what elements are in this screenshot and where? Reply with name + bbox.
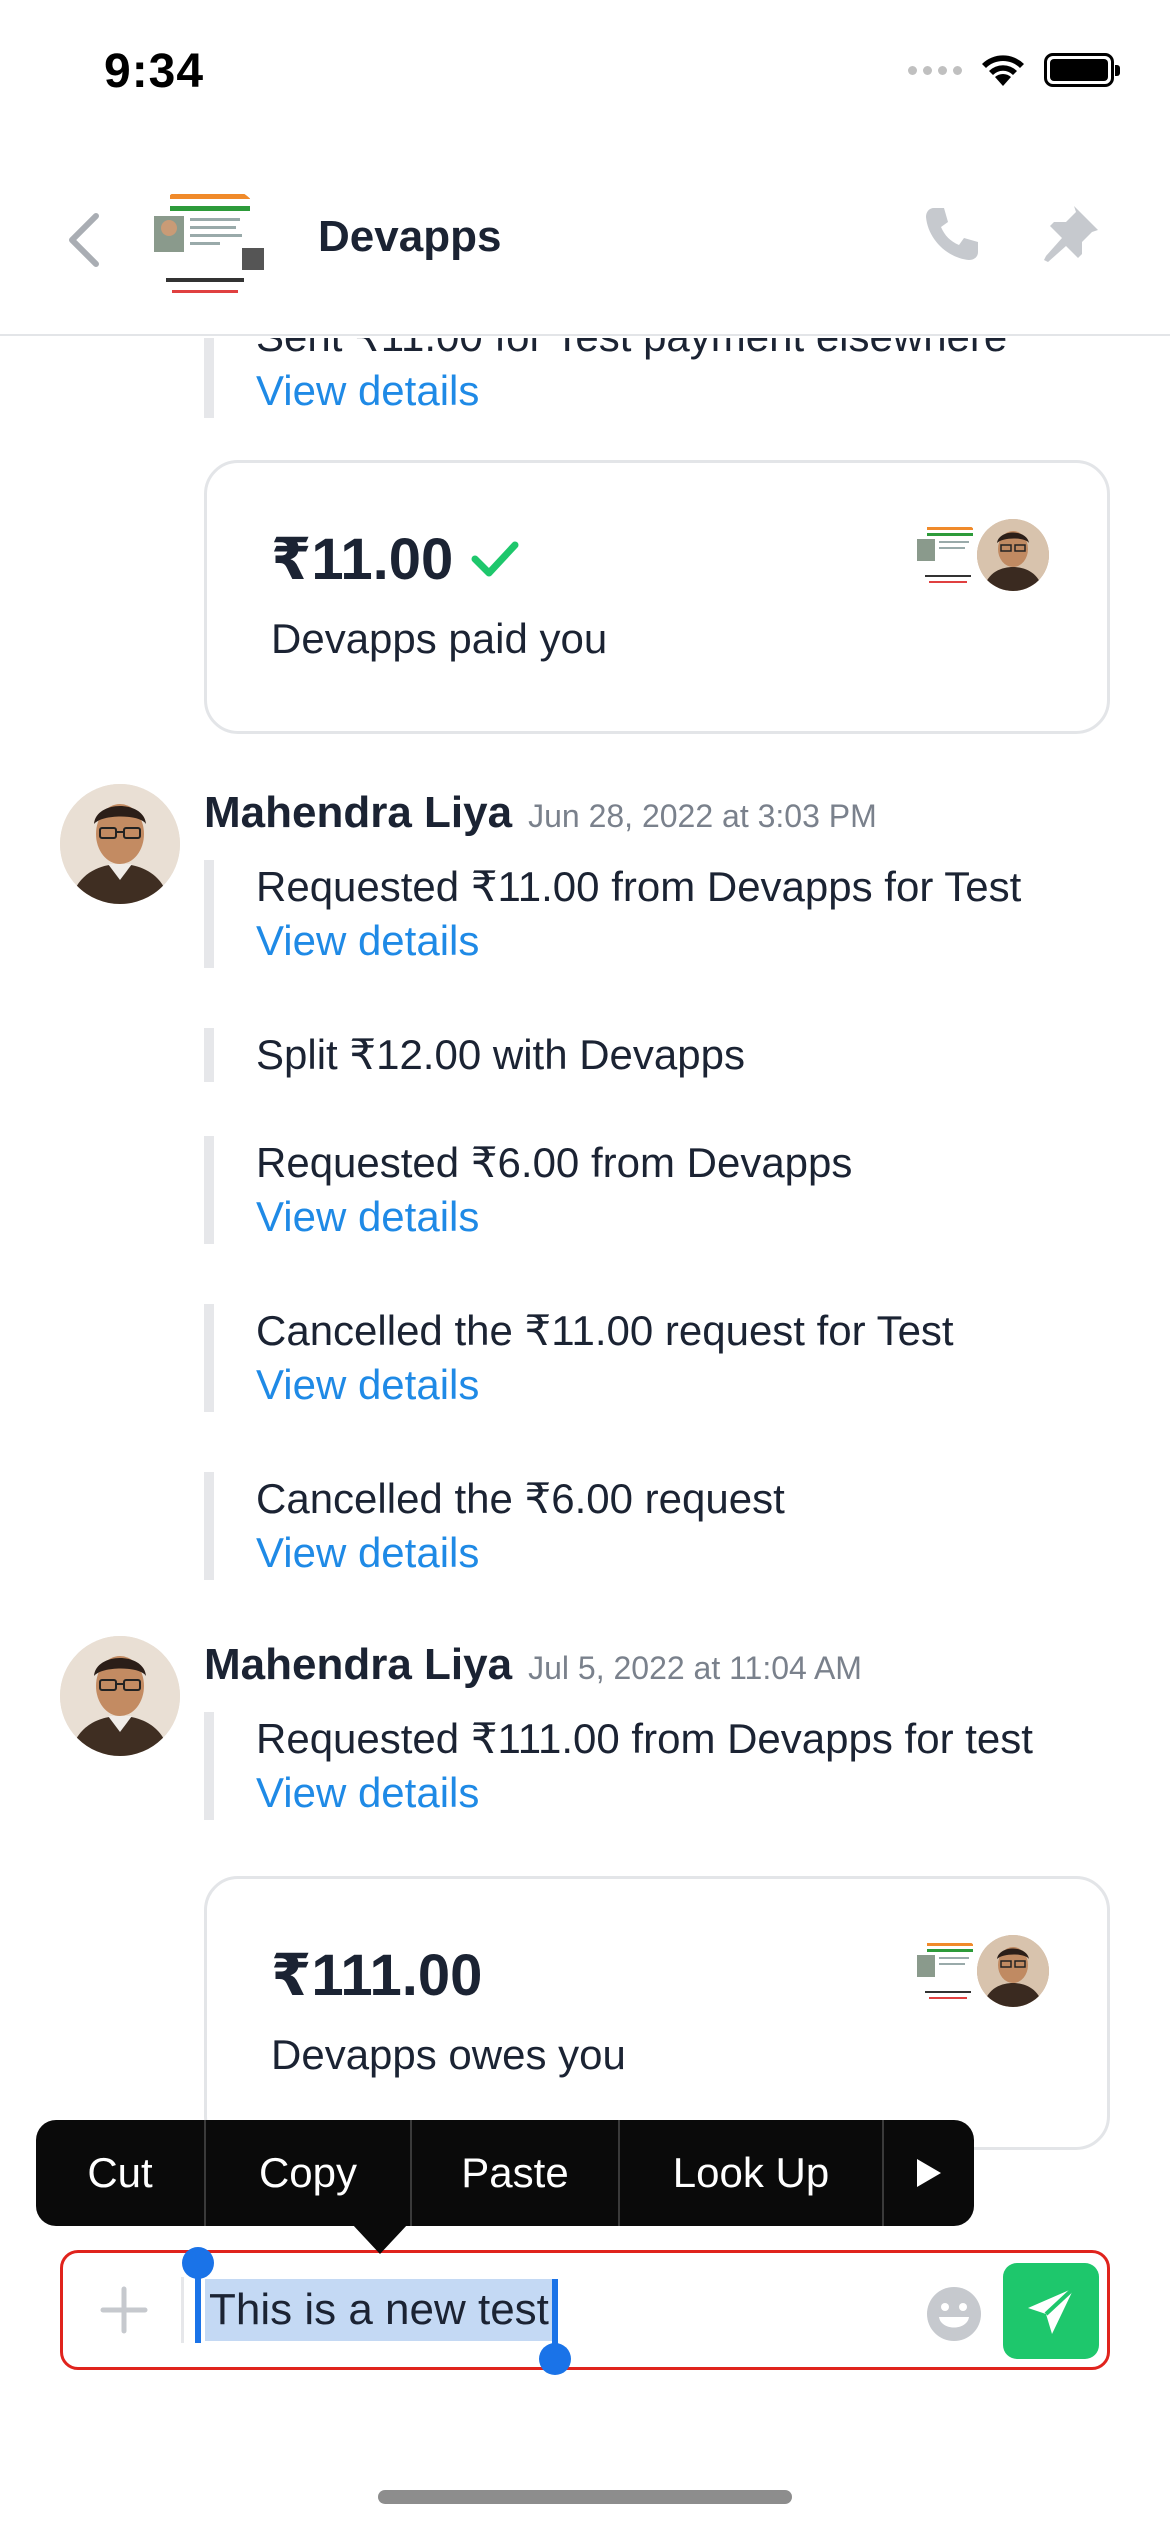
message-text: Split ₹12.00 with Devapps xyxy=(256,1031,745,1078)
payment-amount: ₹111.00 xyxy=(271,1941,482,2009)
message-item: Sent ₹11.00 for Test payment elsewhere V… xyxy=(204,338,1007,418)
status-icons xyxy=(908,52,1120,88)
message-timestamp: Jun 28, 2022 at 3:03 PM xyxy=(528,798,877,834)
pin-button[interactable] xyxy=(1038,202,1102,266)
signal-icon xyxy=(908,65,962,75)
sender-name: Mahendra Liya xyxy=(204,1640,513,1689)
send-icon xyxy=(1028,2286,1076,2334)
message-item: Requested ₹111.00 from Devapps for test … xyxy=(204,1712,1033,1820)
context-menu-pointer xyxy=(352,2224,408,2254)
sender-name: Mahendra Liya xyxy=(204,788,513,837)
wifi-icon xyxy=(982,55,1024,86)
payment-participants xyxy=(913,1935,1049,2007)
payment-amount-value: ₹111.00 xyxy=(271,1943,483,2008)
message-item: Requested ₹11.00 from Devapps for Test V… xyxy=(204,860,1021,968)
contact-avatar-small xyxy=(913,1935,985,2007)
sender-row: Mahendra Liya Jul 5, 2022 at 11:04 AM xyxy=(204,1640,862,1690)
contact-avatar-image xyxy=(146,182,270,306)
view-details-link[interactable]: View details xyxy=(256,1766,1033,1820)
selection-end-handle[interactable] xyxy=(539,2279,571,2375)
payment-subtitle: Devapps paid you xyxy=(271,615,608,662)
view-details-link[interactable]: View details xyxy=(256,364,1007,418)
payment-card[interactable]: ₹111.00 Devapps owes you xyxy=(204,1876,1110,2150)
play-arrow-icon xyxy=(917,2159,941,2187)
message-input[interactable]: This is a new test xyxy=(205,2279,553,2341)
home-indicator xyxy=(378,2490,792,2504)
paste-menu-item[interactable]: Paste xyxy=(412,2120,620,2226)
contact-avatar[interactable] xyxy=(146,182,270,306)
payment-amount: ₹11.00 xyxy=(271,525,519,593)
payment-amount-value: ₹11.00 xyxy=(271,527,454,592)
emoji-icon xyxy=(927,2287,981,2341)
user-avatar-small xyxy=(977,519,1049,591)
add-attachment-button[interactable] xyxy=(91,2277,157,2343)
message-text: Requested ₹11.00 from Devapps for Test xyxy=(256,863,1022,910)
chat-header: Devapps xyxy=(0,140,1170,336)
message-item: Cancelled the ₹11.00 request for Test Vi… xyxy=(204,1304,954,1412)
message-item: Cancelled the ₹6.00 request View details xyxy=(204,1472,785,1580)
view-details-link[interactable]: View details xyxy=(256,1358,954,1412)
payment-participants xyxy=(913,519,1049,591)
user-avatar-small xyxy=(977,1935,1049,2007)
plus-icon xyxy=(100,2286,148,2334)
chat-feed[interactable]: Sent ₹11.00 for Test payment elsewhere V… xyxy=(0,338,1170,2238)
view-details-link[interactable]: View details xyxy=(256,914,1021,968)
sender-avatar[interactable] xyxy=(60,1636,180,1756)
more-menu-button[interactable] xyxy=(884,2120,974,2226)
message-composer: This is a new test xyxy=(60,2247,1110,2375)
call-button[interactable] xyxy=(920,202,984,266)
message-item: Requested ₹6.00 from Devapps View detail… xyxy=(204,1136,852,1244)
message-item: Split ₹12.00 with Devapps xyxy=(204,1028,745,1082)
cut-menu-item[interactable]: Cut xyxy=(36,2120,206,2226)
text-context-menu: Cut Copy Paste Look Up xyxy=(36,2120,974,2226)
view-details-link[interactable]: View details xyxy=(256,1190,852,1244)
sender-row: Mahendra Liya Jun 28, 2022 at 3:03 PM xyxy=(204,788,877,838)
check-icon xyxy=(471,541,519,577)
sender-avatar[interactable] xyxy=(60,784,180,904)
message-timestamp: Jul 5, 2022 at 11:04 AM xyxy=(528,1650,862,1686)
message-text: Requested ₹111.00 from Devapps for test xyxy=(256,1715,1033,1762)
look-up-menu-item[interactable]: Look Up xyxy=(620,2120,884,2226)
status-time: 9:34 xyxy=(104,45,205,98)
payment-card[interactable]: ₹11.00 Devapps paid you xyxy=(204,460,1110,734)
contact-name[interactable]: Devapps xyxy=(318,212,501,262)
battery-icon xyxy=(1044,53,1120,87)
composer-divider xyxy=(181,2277,184,2343)
status-bar: 9:34 xyxy=(0,0,1170,140)
message-text: Cancelled the ₹11.00 request for Test xyxy=(256,1307,954,1354)
view-details-link[interactable]: View details xyxy=(256,1526,785,1580)
contact-avatar-small xyxy=(913,519,985,591)
message-text: Requested ₹6.00 from Devapps xyxy=(256,1139,853,1186)
phone-icon xyxy=(926,208,978,260)
pin-icon xyxy=(1044,206,1098,262)
message-text: Cancelled the ₹6.00 request xyxy=(256,1475,785,1522)
selection-start-handle[interactable] xyxy=(182,2247,214,2343)
message-text: Sent ₹11.00 for Test payment elsewhere xyxy=(256,338,1007,364)
send-button[interactable] xyxy=(1003,2263,1099,2359)
chevron-left-icon xyxy=(69,213,99,267)
back-button[interactable] xyxy=(56,204,112,276)
emoji-button[interactable] xyxy=(925,2285,983,2343)
copy-menu-item[interactable]: Copy xyxy=(206,2120,412,2226)
payment-subtitle: Devapps owes you xyxy=(271,2031,626,2078)
